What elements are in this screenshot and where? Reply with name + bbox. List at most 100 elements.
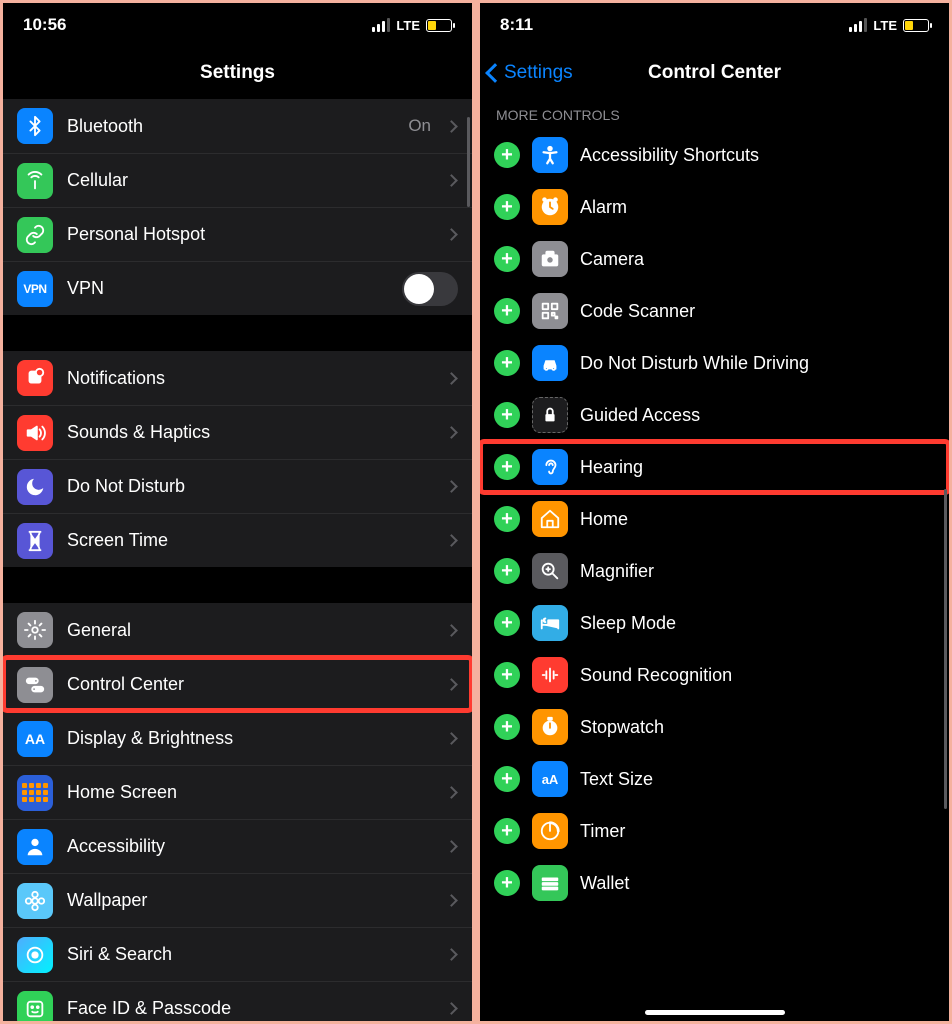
row-label: Wallpaper	[67, 890, 433, 911]
settings-row-controlcenter[interactable]: Control Center	[3, 657, 472, 711]
settings-row-vpn[interactable]: VPNVPN	[3, 261, 472, 315]
row-label: Sound Recognition	[580, 665, 732, 686]
row-label: Screen Time	[67, 530, 433, 551]
row-label: Guided Access	[580, 405, 700, 426]
chevron-right-icon	[445, 786, 458, 799]
hearing-icon	[532, 449, 568, 485]
sleep-icon	[532, 605, 568, 641]
add-button[interactable]: +	[494, 454, 520, 480]
settings-row-siri[interactable]: Siri & Search	[3, 927, 472, 981]
wallpaper-icon	[17, 883, 53, 919]
row-label: General	[67, 620, 433, 641]
settings-row-screentime[interactable]: Screen Time	[3, 513, 472, 567]
dnd-driving-icon	[532, 345, 568, 381]
row-label: Hearing	[580, 457, 643, 478]
network-label: LTE	[873, 18, 897, 33]
faceid-icon	[17, 991, 53, 1022]
add-button[interactable]: +	[494, 246, 520, 272]
add-button[interactable]: +	[494, 506, 520, 532]
row-label: Face ID & Passcode	[67, 998, 433, 1019]
add-button[interactable]: +	[494, 766, 520, 792]
control-row-alarm[interactable]: + Alarm	[480, 181, 949, 233]
scrollbar[interactable]	[944, 489, 947, 809]
vpn-toggle[interactable]	[402, 272, 458, 306]
more-controls-list[interactable]: MORE CONTROLS+Accessibility Shortcuts+Al…	[480, 99, 949, 1021]
code-scanner-icon	[532, 293, 568, 329]
control-row-code-scanner[interactable]: +Code Scanner	[480, 285, 949, 337]
display-icon: AA	[17, 721, 53, 757]
row-label: Magnifier	[580, 561, 654, 582]
settings-row-notifications[interactable]: Notifications	[3, 351, 472, 405]
chevron-right-icon	[445, 426, 458, 439]
add-button[interactable]: +	[494, 870, 520, 896]
wallet-icon	[532, 865, 568, 901]
screentime-icon	[17, 523, 53, 559]
bluetooth-icon	[17, 108, 53, 144]
settings-row-cellular[interactable]: Cellular	[3, 153, 472, 207]
cellular-icon	[17, 163, 53, 199]
control-row-sleep[interactable]: + Sleep Mode	[480, 597, 949, 649]
add-button[interactable]: +	[494, 350, 520, 376]
row-label: Home	[580, 509, 628, 530]
row-label: Alarm	[580, 197, 627, 218]
add-button[interactable]: +	[494, 662, 520, 688]
settings-row-hotspot[interactable]: Personal Hotspot	[3, 207, 472, 261]
control-row-dnd-driving[interactable]: +Do Not Disturb While Driving	[480, 337, 949, 389]
add-button[interactable]: +	[494, 298, 520, 324]
chevron-right-icon	[445, 678, 458, 691]
row-value: On	[408, 116, 431, 136]
row-label: Bluetooth	[67, 116, 394, 137]
control-row-stopwatch[interactable]: + Stopwatch	[480, 701, 949, 753]
control-row-hearing[interactable]: + Hearing	[480, 441, 949, 493]
add-button[interactable]: +	[494, 714, 520, 740]
status-icons: LTE	[372, 18, 452, 33]
scrollbar[interactable]	[467, 117, 470, 207]
add-button[interactable]: +	[494, 402, 520, 428]
add-button[interactable]: +	[494, 818, 520, 844]
control-row-home[interactable]: + Home	[480, 493, 949, 545]
settings-row-general[interactable]: General	[3, 603, 472, 657]
status-time: 8:11	[500, 15, 849, 35]
row-label: Stopwatch	[580, 717, 664, 738]
magnifier-icon	[532, 553, 568, 589]
settings-row-accessibility[interactable]: Accessibility	[3, 819, 472, 873]
chevron-right-icon	[445, 624, 458, 637]
settings-row-dnd[interactable]: Do Not Disturb	[3, 459, 472, 513]
network-label: LTE	[396, 18, 420, 33]
back-button[interactable]: Settings	[488, 47, 573, 99]
settings-row-wallpaper[interactable]: Wallpaper	[3, 873, 472, 927]
row-label: Notifications	[67, 368, 433, 389]
settings-row-sounds[interactable]: Sounds & Haptics	[3, 405, 472, 459]
settings-row-faceid[interactable]: Face ID & Passcode	[3, 981, 472, 1021]
home-indicator[interactable]	[645, 1010, 785, 1015]
chevron-right-icon	[445, 840, 458, 853]
control-row-camera[interactable]: +Camera	[480, 233, 949, 285]
control-row-wallet[interactable]: +Wallet	[480, 857, 949, 909]
add-button[interactable]: +	[494, 194, 520, 220]
status-time: 10:56	[23, 15, 372, 35]
control-row-magnifier[interactable]: + Magnifier	[480, 545, 949, 597]
control-row-textsize[interactable]: +aAText Size	[480, 753, 949, 805]
row-label: Sleep Mode	[580, 613, 676, 634]
camera-icon	[532, 241, 568, 277]
chevron-left-icon	[485, 63, 505, 83]
control-row-sound-rec[interactable]: + Sound Recognition	[480, 649, 949, 701]
status-bar: 10:56 LTE	[3, 3, 472, 47]
settings-row-display[interactable]: AADisplay & Brightness	[3, 711, 472, 765]
control-row-acc-shortcuts[interactable]: +Accessibility Shortcuts	[480, 129, 949, 181]
settings-row-bluetooth[interactable]: Bluetooth On	[3, 99, 472, 153]
add-button[interactable]: +	[494, 142, 520, 168]
add-button[interactable]: +	[494, 610, 520, 636]
page-title: Settings	[200, 62, 275, 84]
control-row-guided[interactable]: + Guided Access	[480, 389, 949, 441]
battery-icon	[426, 19, 452, 32]
control-row-timer[interactable]: + Timer	[480, 805, 949, 857]
acc-shortcuts-icon	[532, 137, 568, 173]
settings-list[interactable]: Bluetooth On CellularPersonal HotspotVPNVP…	[3, 99, 472, 1021]
status-bar: 8:11 LTE	[480, 3, 949, 47]
sound-rec-icon	[532, 657, 568, 693]
settings-row-homescreen[interactable]: Home Screen	[3, 765, 472, 819]
row-label: Timer	[580, 821, 625, 842]
add-button[interactable]: +	[494, 558, 520, 584]
chevron-right-icon	[445, 174, 458, 187]
